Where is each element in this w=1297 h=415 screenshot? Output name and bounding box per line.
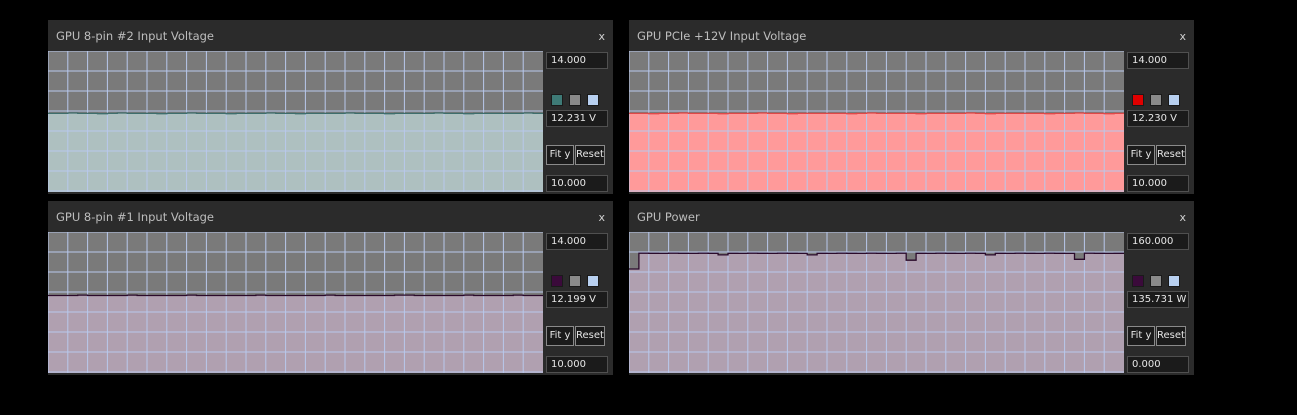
- y-min-input[interactable]: 10.000: [546, 356, 608, 373]
- series-color-swatch[interactable]: [1132, 275, 1144, 287]
- background-color-swatch[interactable]: [1150, 275, 1162, 287]
- current-value-readout: 135.731 W: [1127, 291, 1189, 308]
- graph-svg: [48, 51, 543, 192]
- graph-svg: [629, 232, 1124, 373]
- plot-area[interactable]: [629, 51, 1124, 192]
- series-area: [629, 113, 1124, 192]
- panel-title: GPU PCIe +12V Input Voltage: [637, 29, 807, 43]
- series-area: [629, 253, 1124, 373]
- series-color-swatch[interactable]: [1132, 94, 1144, 106]
- fit-y-button[interactable]: Fit y: [1127, 145, 1155, 165]
- graph-panel-pcie-12v: GPU PCIe +12V Input Voltage x 14.000 12.…: [629, 20, 1194, 194]
- series-area: [48, 295, 543, 373]
- plot-area[interactable]: [48, 51, 543, 192]
- y-min-input[interactable]: 0.000: [1127, 356, 1189, 373]
- reset-button[interactable]: Reset: [575, 145, 605, 165]
- background-color-swatch[interactable]: [569, 275, 581, 287]
- current-value-readout: 12.199 V: [546, 291, 608, 308]
- series-line: [48, 112, 543, 115]
- panel-title-bar[interactable]: GPU Power x: [629, 201, 1194, 232]
- y-min-input[interactable]: 10.000: [1127, 175, 1189, 192]
- reset-button[interactable]: Reset: [575, 326, 605, 346]
- grid-color-swatch[interactable]: [1168, 94, 1180, 106]
- current-value-readout: 12.230 V: [1127, 110, 1189, 127]
- y-max-input[interactable]: 14.000: [546, 233, 608, 250]
- series-line: [629, 112, 1124, 115]
- panel-title-bar[interactable]: GPU 8-pin #1 Input Voltage x: [48, 201, 613, 232]
- series-area: [48, 113, 543, 192]
- fit-y-button[interactable]: Fit y: [546, 145, 574, 165]
- series-color-swatch[interactable]: [551, 94, 563, 106]
- fit-y-button[interactable]: Fit y: [1127, 326, 1155, 346]
- close-button[interactable]: x: [1179, 30, 1186, 43]
- panel-title: GPU 8-pin #2 Input Voltage: [56, 29, 215, 43]
- panel-title: GPU Power: [637, 210, 700, 224]
- grid-color-swatch[interactable]: [587, 275, 599, 287]
- fit-y-button[interactable]: Fit y: [546, 326, 574, 346]
- grid-color-swatch[interactable]: [587, 94, 599, 106]
- grid-color-swatch[interactable]: [1168, 275, 1180, 287]
- close-button[interactable]: x: [598, 30, 605, 43]
- background-color-swatch[interactable]: [569, 94, 581, 106]
- y-max-input[interactable]: 160.000: [1127, 233, 1189, 250]
- graph-svg: [48, 232, 543, 373]
- plot-area[interactable]: [48, 232, 543, 373]
- y-min-input[interactable]: 10.000: [546, 175, 608, 192]
- plot-area[interactable]: [629, 232, 1124, 373]
- reset-button[interactable]: Reset: [1156, 145, 1186, 165]
- graph-panel-8pin-1: GPU 8-pin #1 Input Voltage x 14.000 12.1…: [48, 201, 613, 375]
- panel-title-bar[interactable]: GPU PCIe +12V Input Voltage x: [629, 20, 1194, 51]
- close-button[interactable]: x: [1179, 211, 1186, 224]
- panel-title-bar[interactable]: GPU 8-pin #2 Input Voltage x: [48, 20, 613, 51]
- background-color-swatch[interactable]: [1150, 94, 1162, 106]
- y-max-input[interactable]: 14.000: [1127, 52, 1189, 69]
- reset-button[interactable]: Reset: [1156, 326, 1186, 346]
- panel-title: GPU 8-pin #1 Input Voltage: [56, 210, 215, 224]
- graph-panel-gpu-power: GPU Power x 160.000 135.731 W Fit y Rese…: [629, 201, 1194, 375]
- graph-svg: [629, 51, 1124, 192]
- series-color-swatch[interactable]: [551, 275, 563, 287]
- y-max-input[interactable]: 14.000: [546, 52, 608, 69]
- current-value-readout: 12.231 V: [546, 110, 608, 127]
- graph-panel-8pin-2: GPU 8-pin #2 Input Voltage x 14.000 12.2…: [48, 20, 613, 194]
- close-button[interactable]: x: [598, 211, 605, 224]
